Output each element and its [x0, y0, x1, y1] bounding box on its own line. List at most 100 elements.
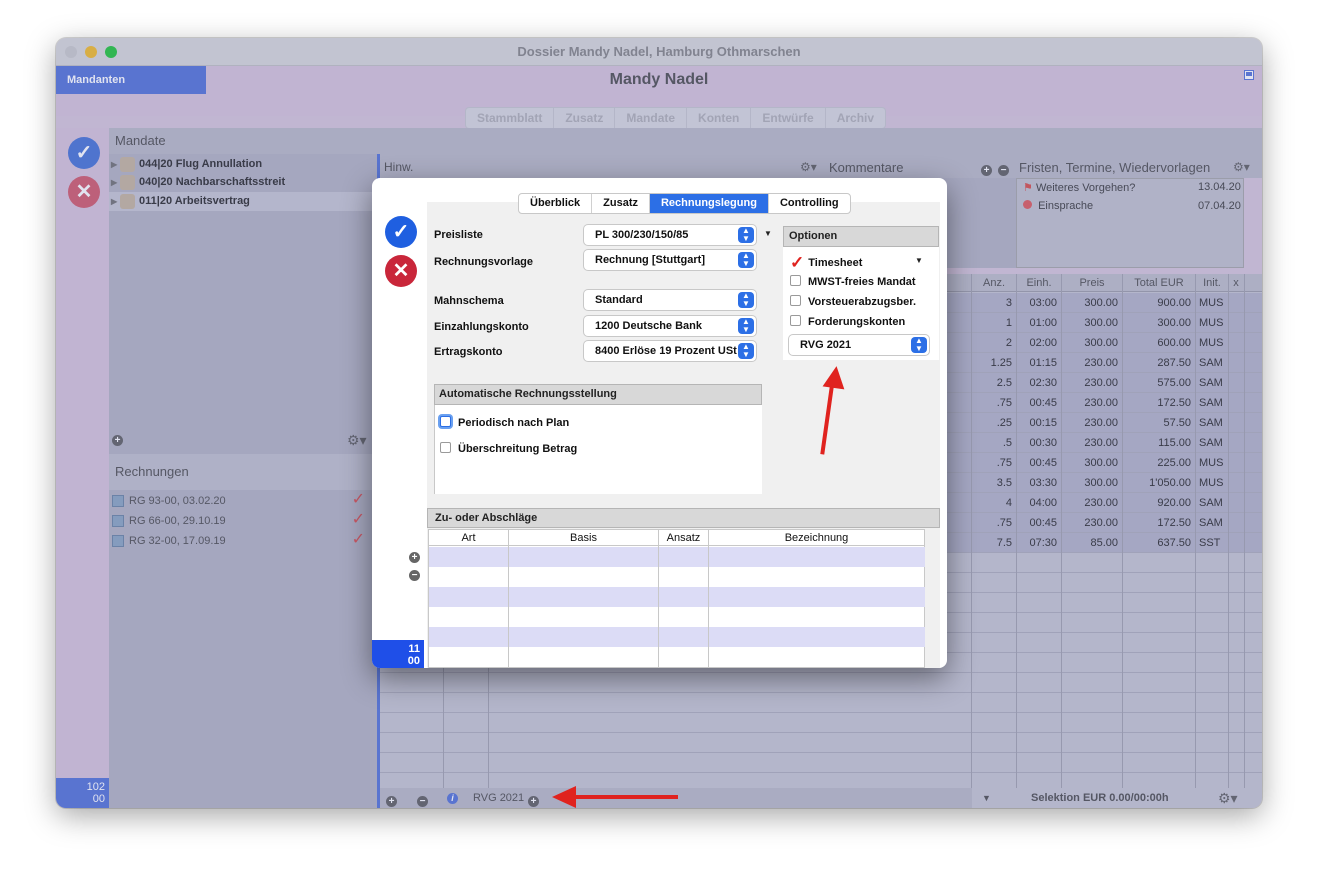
tab-archiv[interactable]: Archiv [826, 108, 885, 128]
disclosure-triangle-icon[interactable]: ▶ [111, 155, 117, 174]
table-cell: 02:30 [1029, 377, 1057, 389]
table-cell: 3.5 [996, 477, 1012, 489]
col-art[interactable]: Art [429, 530, 509, 546]
minimize-window-button[interactable] [85, 46, 97, 58]
disclosure-triangle-icon[interactable]: ▶ [111, 192, 117, 211]
invoice-label: RG 93-00, 03.02.20 [129, 495, 226, 507]
confirm-check-icon[interactable]: ✓ [68, 137, 100, 169]
gear-icon[interactable]: ⚙▾ [800, 160, 817, 174]
mandate-item[interactable]: ▶ 044|20 Flug Annullation [109, 155, 377, 174]
invoice-item[interactable]: RG 32-00, 17.09.19 ✓ [109, 531, 377, 551]
mandate-item-label: 011|20 Arbeitsvertrag [139, 195, 250, 207]
col-init[interactable]: Init. [1196, 274, 1228, 292]
add-frist-icon[interactable]: + [981, 162, 992, 176]
tab-mandate[interactable]: Mandate [615, 108, 688, 128]
stepper-arrows-icon: ▲ ▼ [738, 252, 754, 268]
info-icon[interactable]: i [447, 793, 458, 804]
table-cell: 00:30 [1029, 437, 1057, 449]
fristen-box: ⚑ Weiteres Vorgehen? 13.04.20 Einsprache… [1016, 178, 1244, 268]
table-cell: MUS [1199, 317, 1224, 329]
tab-entwuerfe[interactable]: Entwürfe [751, 108, 826, 128]
left-counter-line1: 102 [86, 781, 105, 793]
table-cell: 172.50 [1157, 397, 1191, 409]
table-row[interactable] [380, 673, 1262, 693]
maximize-icon[interactable] [1244, 70, 1254, 80]
col-basis[interactable]: Basis [509, 530, 659, 546]
table-cell: 230.00 [1084, 397, 1118, 409]
add-mandate-icon[interactable]: + [112, 435, 123, 446]
invoice-item[interactable]: RG 93-00, 03.02.20 ✓ [109, 491, 377, 511]
col-total[interactable]: Total EUR [1123, 274, 1195, 292]
table-row[interactable] [380, 733, 1262, 753]
table-cell: 01:00 [1029, 317, 1057, 329]
frist-item[interactable]: ⚑ Weiteres Vorgehen? 13.04.20 [1023, 181, 1241, 194]
timesheet-option[interactable]: ✓ Timesheet [790, 253, 862, 273]
zoom-window-button[interactable] [105, 46, 117, 58]
gear-icon[interactable]: ⚙▾ [1233, 160, 1250, 174]
col-bezeichnung[interactable]: Bezeichnung [709, 530, 925, 546]
gear-icon[interactable]: ⚙▾ [1218, 788, 1238, 808]
periodisch-checkbox[interactable]: Periodisch nach Plan [440, 416, 569, 429]
tab-zusatz[interactable]: Zusatz [554, 108, 616, 128]
table-row[interactable] [429, 547, 925, 567]
einzahlungskonto-select[interactable]: 1200 Deutsche Bank ▲ ▼ [584, 316, 756, 336]
disclosure-triangle-icon[interactable]: ▶ [111, 173, 117, 192]
add-zuschlag-icon[interactable]: + [409, 549, 420, 563]
add-rvg-icon[interactable]: + [528, 793, 539, 807]
ueberschreitung-checkbox[interactable]: Überschreitung Betrag [440, 442, 577, 455]
chevron-down-icon[interactable]: ▼ [982, 788, 991, 808]
remove-zuschlag-icon[interactable]: − [409, 567, 420, 581]
ertragskonto-label: Ertragskonto [434, 346, 503, 358]
invoice-item[interactable]: RG 66-00, 29.10.19 ✓ [109, 511, 377, 531]
table-cell: SAM [1199, 357, 1223, 369]
table-cell: 4 [1005, 497, 1012, 509]
auto-rechnung-title: Automatische Rechnungsstellung [434, 384, 762, 405]
mandate-item[interactable]: ▶ 040|20 Nachbarschaftsstreit [109, 173, 377, 192]
dialog-cancel-x-icon[interactable]: ✕ [385, 255, 417, 287]
invoice-label: RG 66-00, 29.10.19 [129, 515, 226, 527]
tab-rechnungslegung[interactable]: Rechnungslegung [649, 194, 769, 213]
vorsteuer-checkbox[interactable]: Vorsteuerabzugsber. [790, 295, 916, 308]
table-cell: 300.00 [1084, 477, 1118, 489]
cancel-x-icon[interactable]: ✕ [68, 176, 100, 208]
rvg-select[interactable]: RVG 2021 ▲ ▼ [789, 335, 929, 355]
mandate-item-label: 040|20 Nachbarschaftsstreit [139, 176, 286, 188]
table-cell: .75 [996, 517, 1012, 529]
dialog-ok-check-icon[interactable]: ✓ [385, 216, 417, 248]
rechnungsvorlage-select[interactable]: Rechnung [Stuttgart] ▲ ▼ [584, 250, 756, 270]
col-ansatz[interactable]: Ansatz [659, 530, 709, 546]
tab-konten[interactable]: Konten [687, 108, 752, 128]
col-einh[interactable]: Einh. [1017, 274, 1061, 292]
col-preis[interactable]: Preis [1062, 274, 1122, 292]
table-row[interactable] [429, 627, 925, 647]
col-x[interactable]: x [1229, 274, 1243, 292]
mahnschema-select[interactable]: Standard ▲ ▼ [584, 290, 756, 310]
table-cell: SAM [1199, 437, 1223, 449]
preisliste-select[interactable]: PL 300/230/150/85 ▲ ▼ [584, 225, 756, 245]
table-row[interactable] [429, 587, 925, 607]
chevron-down-icon[interactable]: ▼ [764, 229, 772, 238]
status-dot-icon [1023, 200, 1032, 209]
gear-icon[interactable]: ⚙▾ [347, 432, 367, 449]
mandate-item-selected[interactable]: ▶ 011|20 Arbeitsvertrag [109, 192, 377, 211]
close-window-button[interactable] [65, 46, 77, 58]
tab-stammblatt[interactable]: Stammblatt [466, 108, 555, 128]
table-row[interactable] [380, 713, 1262, 733]
remove-entry-icon[interactable]: − [417, 793, 428, 807]
tab-ueberblick[interactable]: Überblick [519, 194, 593, 213]
tab-controlling[interactable]: Controlling [769, 194, 850, 213]
table-row[interactable] [380, 753, 1262, 773]
ertragskonto-select[interactable]: 8400 Erlöse 19 Prozent USt ▲ ▼ [584, 341, 756, 361]
document-icon [112, 535, 124, 547]
add-entry-icon[interactable]: + [386, 793, 397, 807]
table-row[interactable] [380, 693, 1262, 713]
forderungskonten-checkbox[interactable]: Forderungskonten [790, 315, 905, 328]
col-anz[interactable]: Anz. [972, 274, 1016, 292]
preisliste-value: PL 300/230/150/85 [595, 229, 689, 241]
frist-item[interactable]: Einsprache 07.04.20 [1023, 200, 1243, 212]
chevron-down-icon[interactable]: ▼ [915, 256, 923, 265]
remove-frist-icon[interactable]: − [998, 162, 1009, 176]
mwst-frei-checkbox[interactable]: MWST-freies Mandat [790, 275, 916, 288]
table-cell: 1 [1005, 317, 1012, 329]
tab-zusatz[interactable]: Zusatz [592, 194, 650, 213]
